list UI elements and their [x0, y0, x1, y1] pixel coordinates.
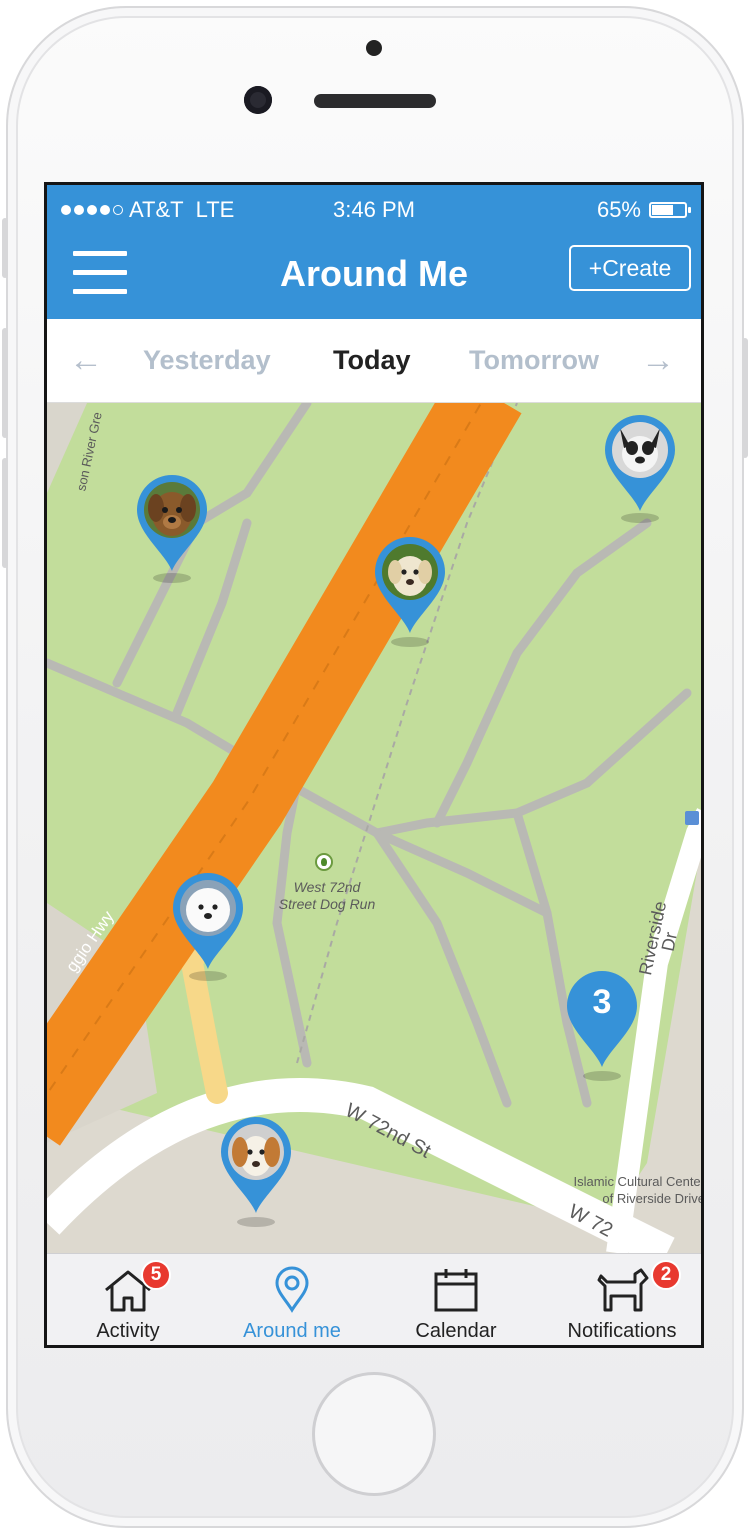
islamic-center-label-line2: of Riverside Drive — [602, 1191, 701, 1206]
battery-percent: 65% — [596, 197, 641, 222]
notifications-badge: 2 — [651, 1260, 681, 1290]
volume-down-button — [2, 458, 8, 568]
dog-avatar-brown — [144, 482, 200, 538]
previous-day-arrow-icon[interactable]: ← — [69, 341, 103, 380]
home-button[interactable] — [312, 1372, 436, 1496]
dog-run-label-line2: Street Dog Run — [278, 896, 376, 912]
day-tab-yesterday[interactable]: Yesterday — [143, 345, 271, 376]
map-view[interactable]: son River Gre ggio Hwy W 72nd St W 72 Ri… — [47, 403, 701, 1253]
transit-icon — [685, 811, 699, 825]
earpiece-speaker — [314, 94, 436, 108]
status-bar: AT&T LTE 3:46 PM 65% — [47, 185, 701, 237]
dog-icon — [597, 1268, 649, 1312]
cluster-count: 3 — [592, 983, 612, 1021]
dog-park-poi-icon[interactable] — [315, 853, 333, 871]
dog-run-label-line1: West 72nd — [293, 879, 361, 895]
front-camera — [244, 86, 272, 114]
tab-calendar[interactable]: Calendar — [381, 1266, 531, 1345]
create-button[interactable]: +Create — [569, 245, 691, 291]
proximity-sensor — [366, 40, 382, 56]
dog-avatar-westie — [180, 880, 236, 936]
power-button — [742, 338, 748, 458]
tab-activity[interactable]: 5 Activity — [53, 1260, 203, 1345]
dog-avatar-labrador — [382, 544, 438, 600]
volume-up-button — [2, 328, 8, 438]
battery-fill — [652, 205, 673, 215]
tab-label: Activity — [96, 1320, 160, 1342]
islamic-center-label: Islamic Cultural Center of Riverside Dri… — [525, 1173, 702, 1207]
tab-bar: 5 Activity Around me Calendar 2 Notifica… — [47, 1253, 701, 1345]
battery-icon — [649, 202, 691, 218]
day-tab-tomorrow[interactable]: Tomorrow — [469, 345, 599, 376]
mute-switch — [2, 218, 8, 278]
tab-label: Around me — [243, 1320, 341, 1342]
phone-screen: AT&T LTE 3:46 PM 65% Around Me +Create ←… — [44, 182, 704, 1348]
activity-badge: 5 — [141, 1260, 171, 1290]
location-pin-icon — [275, 1266, 309, 1313]
day-tab-today[interactable]: Today — [333, 345, 411, 376]
tab-around-me[interactable]: Around me — [217, 1266, 367, 1345]
day-selector: ← Yesterday Today Tomorrow → — [47, 319, 701, 403]
tab-notifications[interactable]: 2 Notifications — [547, 1260, 697, 1345]
tab-label: Calendar — [415, 1320, 497, 1342]
dog-avatar-french-bulldog — [612, 422, 668, 478]
islamic-center-label-line1: Islamic Cultural Center — [573, 1174, 702, 1189]
navigation-bar: Around Me +Create — [47, 237, 701, 319]
calendar-icon — [434, 1269, 478, 1312]
tab-label: Notifications — [567, 1320, 677, 1342]
next-day-arrow-icon[interactable]: → — [641, 341, 675, 380]
dog-run-label: West 72nd Street Dog Run — [257, 879, 397, 913]
dog-avatar-beagle — [228, 1124, 284, 1180]
